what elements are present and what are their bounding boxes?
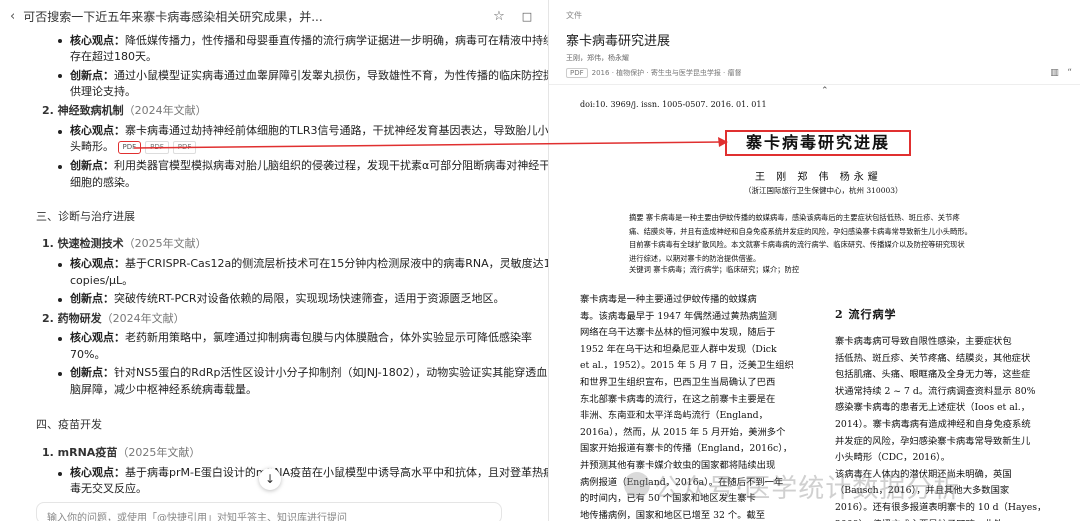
paper-line: 2016a），然而，从 2015 年 5 月开始，美洲多个: [580, 426, 786, 438]
paper-line: 并发症的风险，孕妇感染寨卡病毒常导致新生儿: [835, 435, 1031, 447]
paper-line: 2009），传播方式主要是蚊子叮咬，此外...: [835, 517, 1046, 521]
paper-affiliation: （浙江国际旅行卫生保健中心，杭州 310003）: [744, 186, 903, 195]
list-item: 创新点：利用类器官模型模拟病毒对胎儿脑组织的侵袭过程，发现干扰素α可部分阻断病毒…: [70, 159, 548, 172]
file-title: 寨卡病毒研究进展: [566, 34, 671, 49]
paper-line: et al.，1952）。2015 年 5 月 7 日，泛美卫生组织: [580, 360, 794, 372]
paper-authors: 王 刚 郑 伟 杨永耀: [755, 172, 882, 183]
bullet: [58, 372, 62, 376]
paper-line: 括低热、斑丘疹、关节疼痛、结膜炎，其他症状: [835, 352, 1031, 364]
chat-header: ‹ 可否搜索一下近五年来寨卡病毒感染相关研究成果，并... ☆ □: [0, 0, 548, 32]
bullet: [58, 130, 62, 134]
bullet: [58, 337, 62, 341]
file-meta: PDF 2016 · 植物保护 · 寄生虫与医学昆虫学报 · 瘤督: [566, 68, 742, 78]
section-heading: 四、疫苗开发: [36, 418, 102, 431]
paper-line: 2014）。寨卡病毒病有造成神经和自身免疫系统: [835, 418, 1031, 430]
paper-title: 寨卡病毒研究进展: [725, 130, 911, 156]
watermark: 公众号·医学统计数据分析: [654, 474, 961, 504]
file-type-badge: PDF: [566, 68, 588, 78]
subsection-title: 1. mRNA疫苗（2025年文献）: [42, 446, 201, 459]
paper-line: 和世界卫生组织宣布，巴西卫生当局确认了巴西: [580, 376, 776, 388]
paper-line: 包括肌痛、头痛、眼眶痛及全身无力等，这些症: [835, 369, 1031, 381]
paper-section-heading: 2 流行病学: [835, 308, 897, 321]
paper-line: 1952 年在乌干达和坦桑尼亚人群中发现（Dick: [580, 343, 777, 355]
bullet: [58, 298, 62, 302]
list-item: 核心观点：寨卡病毒通过劫持神经前体细胞的TLR3信号通路，干扰神经发育基因表达，…: [70, 124, 548, 137]
paper-line: 感染寨卡病毒的患者无上述症状（Ioos et al.，: [835, 402, 1031, 414]
list-item: 核心观点：基于病毒prM-E蛋白设计的mRNA疫苗在小鼠模型中诱导高水平中和抗体…: [70, 466, 548, 479]
star-icon[interactable]: ☆: [488, 9, 510, 24]
list-item: 核心观点：基于CRISPR-Cas12a的侧流层析技术可在15分钟内检测尿液中的…: [70, 257, 548, 270]
pdf-page: ⌃ doi:10. 3969/j. issn. 1005-0507. 2016.…: [549, 86, 1080, 521]
pdf-citation-tag[interactable]: PDF: [145, 140, 169, 154]
paper-line: 毒。该病毒最早于 1947 年偶然通过黄热病监测: [580, 310, 777, 322]
paper-line: 小头畸形（CDC，2016）。: [835, 452, 951, 464]
paper-line: 东北部寨卡病毒的流行，在这之前寨卡主要是在: [580, 393, 776, 405]
back-icon[interactable]: ‹: [10, 9, 15, 24]
paper-abstract: 摘要 寨卡病毒是一种主要由伊蚊传播的蚊媒病毒，感染该病毒后的主要症状包括低热、斑…: [629, 213, 972, 263]
section-heading: 三、诊断与治疗进展: [36, 210, 135, 223]
question-input[interactable]: 输入你的问题，或使用「@快捷引用」对知乎答主、知识库进行提问: [36, 502, 502, 521]
list-item: 创新点：针对NS5蛋白的RdRp活性区设计小分子抑制剂（如JNJ-1802），动…: [70, 366, 548, 379]
list-item-cont: 70%。: [70, 348, 106, 361]
bullet: [58, 74, 62, 78]
lock-icon[interactable]: □: [516, 10, 538, 23]
quote-icon[interactable]: “: [1067, 68, 1072, 78]
paper-line: 状通常持续 2 ~ 7 d。流行病调查资料显示 80%: [835, 385, 1036, 397]
list-item-cont: 供理论支持。: [70, 85, 136, 98]
file-label: 文件: [566, 11, 582, 20]
list-item-cont: 脑屏障，减少中枢神经系统病毒载量。: [70, 383, 257, 396]
list-item: 核心观点：降低媒传播力，性传播和母婴垂直传播的流行病学证据进一步明确，病毒可在精…: [70, 34, 548, 47]
pdf-citation-tag[interactable]: PDF: [172, 140, 197, 154]
subsection-title: 1. 快速检测技术（2025年文献）: [42, 237, 207, 250]
paper-line: 地传播病例，国家和地区已增至 32 个。截至: [580, 509, 766, 521]
doi-line: doi:10. 3969/j. issn. 1005-0507. 2016. 0…: [580, 100, 767, 109]
paper-line: 国家开始报道有寨卡的传播（England，2016c），: [580, 443, 793, 455]
chat-panel: ‹ 可否搜索一下近五年来寨卡病毒感染相关研究成果，并... ☆ □ 核心观点：降…: [0, 0, 548, 521]
paper-keywords: 关键词 寨卡病毒；流行病学；临床研究；媒介；防控: [629, 265, 800, 274]
bullet: [58, 263, 62, 267]
document-panel: 文件 寨卡病毒研究进展 王刚，郑伟，杨永耀 PDF 2016 · 植物保护 · 寄…: [549, 0, 1080, 521]
file-authors: 王刚，郑伟，杨永耀: [566, 54, 629, 62]
list-item-cont: 毒无交叉反应。: [70, 482, 147, 495]
list-item-cont: copies/μL。: [70, 274, 134, 287]
paper-line: 非洲、东南亚和太平洋岛屿流行（England，: [580, 410, 768, 422]
bullet: [58, 472, 62, 476]
list-item: 核心观点：老药新用策略中，氯喹通过抑制病毒包膜与内体膜融合，体外实验显示可降低感…: [70, 331, 532, 344]
pdf-citation-tag[interactable]: PDF: [117, 140, 142, 154]
list-item-cont: 细胞的感染。: [70, 176, 136, 189]
bullet: [58, 39, 62, 43]
subsection-title: 2. 药物研发（2024年文献）: [42, 312, 185, 325]
paper-line: 网络在乌干达寨卡丛林的恒河猴中发现，随后于: [580, 327, 776, 339]
list-item-cont: 头畸形。 PDF PDF PDF: [70, 138, 200, 156]
paper-line: 寨卡病毒病可导致自限性感染，主要症状包: [835, 336, 1012, 347]
chat-title: 可否搜索一下近五年来寨卡病毒感染相关研究成果，并...: [23, 9, 323, 24]
list-item: 创新点：突破传统RT-PCR对设备依赖的局限，实现现场快速筛查，适用于资源匮乏地…: [70, 292, 505, 305]
bullet: [58, 165, 62, 169]
paper-line: 寨卡病毒是一种主要通过伊蚊传播的蚊媒病: [580, 294, 757, 305]
list-item-cont: 存在超过180天。: [70, 50, 157, 63]
layout-icon[interactable]: ▥: [1050, 68, 1059, 78]
doc-toolbar: ▥ “: [1050, 68, 1072, 78]
collapse-icon[interactable]: ⌃: [821, 86, 831, 96]
list-item: 创新点：通过小鼠模型证实病毒通过血睾屏障引发睾丸损伤，导致雄性不育，为性传播的临…: [70, 69, 548, 82]
screen: ‹ 可否搜索一下近五年来寨卡病毒感染相关研究成果，并... ☆ □ 核心观点：降…: [0, 0, 1080, 521]
subsection-title: 2. 神经致病机制（2024年文献）: [42, 104, 207, 117]
watermark-logo: [624, 472, 650, 498]
scroll-down-icon[interactable]: ↓: [259, 468, 281, 490]
